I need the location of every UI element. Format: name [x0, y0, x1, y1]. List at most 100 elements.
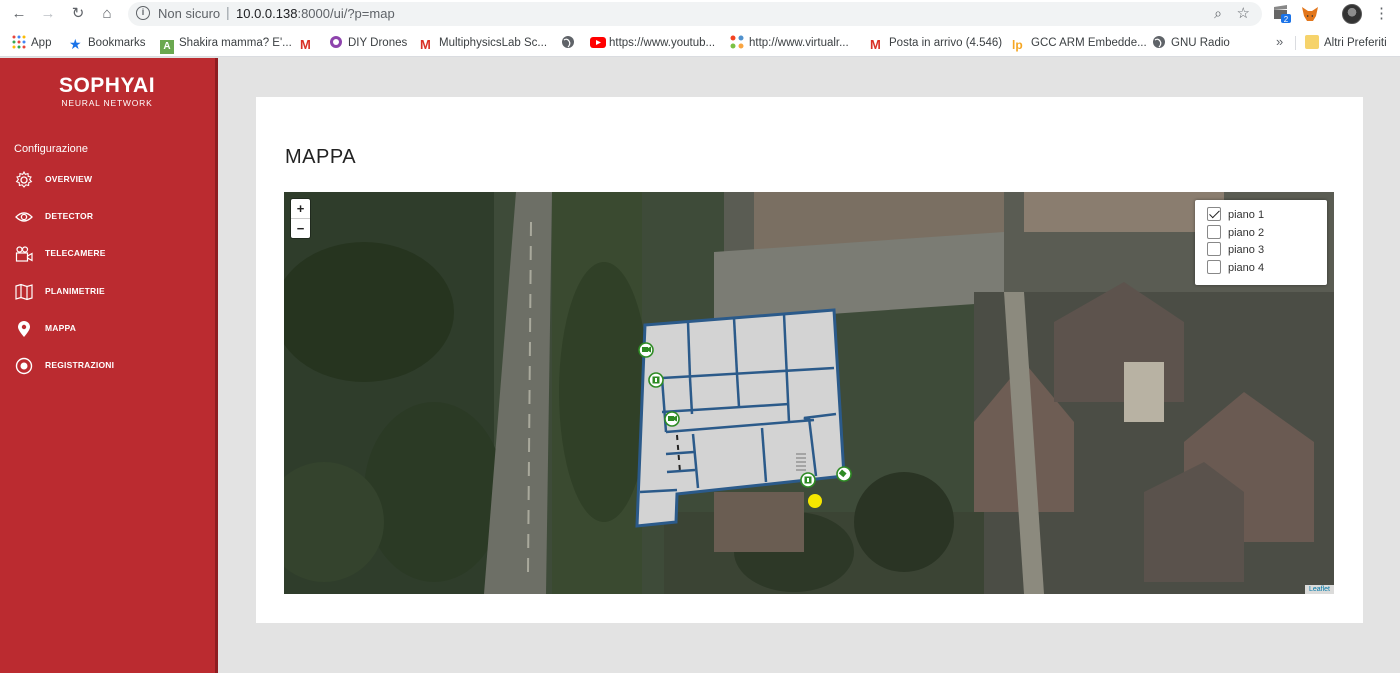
sidebar-item-planimetrie[interactable]: PLANIMETRIE [0, 277, 214, 307]
bookmark-gmail[interactable]: M [300, 35, 319, 52]
bookmark-label: GCC ARM Embedde... [1031, 37, 1147, 49]
star-icon[interactable]: ☆ [1237, 4, 1250, 22]
sidebar-item-detector[interactable]: DETECTOR [0, 202, 214, 232]
layer-control: piano 1 piano 2 piano 3 piano 4 [1195, 200, 1327, 285]
layer-label: piano 1 [1228, 209, 1265, 221]
back-arrow-icon[interactable]: ← [8, 3, 30, 25]
gmail-icon: M [870, 37, 881, 52]
gmail-icon: M [420, 37, 431, 52]
sidebar-item-label: PLANIMETRIE [45, 286, 105, 296]
url-text[interactable]: 10.0.0.138:8000/ui/?p=map [236, 6, 395, 21]
map-view[interactable]: + − piano 1 piano 2 piano 3 piano 4 Leaf… [284, 192, 1334, 594]
layer-checkbox[interactable] [1207, 224, 1221, 239]
sidebar-item-label: DETECTOR [45, 211, 94, 221]
joomla-icon [730, 35, 744, 49]
layer-piano-1[interactable]: piano 1 [1207, 207, 1327, 225]
position-marker[interactable] [808, 494, 822, 508]
bookmark-gnu-radio[interactable]: GNU Radio [1152, 35, 1230, 51]
sidebar-item-label: TELECAMERE [45, 248, 106, 258]
zoom-out-button[interactable]: − [291, 219, 310, 238]
metamask-fox-icon[interactable] [1300, 4, 1320, 24]
gear-icon [15, 170, 33, 189]
camera-marker-1[interactable] [638, 342, 654, 358]
map-attribution[interactable]: Leaflet [1304, 585, 1334, 594]
layer-piano-3[interactable]: piano 3 [1207, 242, 1327, 260]
info-icon[interactable]: i [136, 6, 150, 20]
sidebar: SOPHYAI NEURAL NETWORK Configurazione OV… [0, 58, 218, 673]
launchpad-icon: lp [1012, 38, 1023, 52]
menu-dots-icon[interactable]: ⋮ [1374, 4, 1389, 22]
bookmark-youtube[interactable]: https://www.youtub... [590, 35, 715, 51]
bookmark-bookmarks[interactable]: ★ Bookmarks [69, 35, 146, 51]
logo-title: SOPHYAI [58, 74, 156, 97]
sidebar-item-label: OVERVIEW [45, 174, 93, 184]
camera-marker-3[interactable] [836, 466, 852, 482]
video-camera-icon [15, 245, 33, 263]
bookmark-diy-drones[interactable]: DIY Drones [329, 35, 407, 51]
bookmark-apps[interactable]: App [12, 35, 51, 51]
satellite-imagery[interactable] [284, 192, 1334, 594]
bookmark-virtualr[interactable]: http://www.virtualr... [730, 35, 849, 51]
address-bar[interactable]: i Non sicuro | 10.0.0.138:8000/ui/?p=map… [128, 2, 1262, 26]
apps-grid-icon [12, 35, 26, 49]
bookmark-label: App [31, 37, 52, 49]
sidebar-item-label: REGISTRAZIONI [45, 360, 115, 370]
layer-checkbox[interactable] [1207, 242, 1221, 256]
extension-badge: 2 [1284, 15, 1289, 24]
layer-checkbox[interactable] [1207, 207, 1221, 221]
youtube-icon [590, 35, 606, 49]
bookmark-other-folder[interactable]: Altri Preferiti [1305, 35, 1387, 51]
sidebar-item-mappa[interactable]: MAPPA [0, 314, 214, 344]
camera-marker-2[interactable] [664, 411, 680, 427]
bookmarks-overflow-button[interactable]: » [1276, 34, 1283, 49]
forward-arrow-icon[interactable]: → [37, 3, 59, 25]
layer-label: piano 4 [1228, 261, 1265, 274]
zoom-in-button[interactable]: + [291, 199, 310, 219]
exit-marker-1[interactable] [648, 372, 664, 388]
bookmark-label: http://www.virtualr... [749, 37, 849, 49]
bookmark-globe[interactable] [561, 35, 580, 51]
layer-label: piano 3 [1228, 244, 1265, 256]
bookmark-shakira[interactable]: A Shakira mamma? E'... [160, 35, 292, 54]
layer-checkbox[interactable] [1207, 259, 1221, 274]
home-icon[interactable]: ⌂ [96, 3, 118, 25]
page-title: MAPPA [285, 146, 357, 168]
gmail-icon: M [300, 37, 311, 52]
globe-icon [561, 35, 575, 49]
zoom-control: + − [291, 199, 310, 238]
bookmarks-divider [1295, 36, 1296, 50]
extension-clapper-icon[interactable]: 2 [1272, 4, 1292, 24]
sidebar-item-overview[interactable]: OVERVIEW [0, 165, 214, 195]
bookmark-label: DIY Drones [348, 37, 408, 49]
address-separator: | [226, 4, 230, 20]
sidebar-item-telecamere[interactable]: TELECAMERE [0, 239, 214, 269]
sidebar-item-label: MAPPA [45, 323, 77, 333]
bookmark-label: MultiphysicsLab Sc... [439, 37, 548, 49]
layer-piano-4[interactable]: piano 4 [1207, 259, 1327, 278]
map-pin-icon [15, 320, 33, 338]
bookmark-label: Bookmarks [88, 37, 146, 49]
bookmark-label: Shakira mamma? E'... [179, 37, 292, 49]
bookmark-posta[interactable]: M Posta in arrivo (4.546) [870, 35, 1002, 52]
bookmarks-bar: App ★ Bookmarks A Shakira mamma? E'... M D… [0, 28, 1400, 57]
eye-icon [15, 208, 33, 226]
reload-icon[interactable]: ↻ [67, 3, 89, 25]
url-host: 10.0.0.138 [236, 6, 298, 21]
layer-piano-2[interactable]: piano 2 [1207, 224, 1327, 243]
site-a-icon: A [160, 40, 174, 54]
profile-avatar[interactable] [1342, 4, 1362, 24]
map-icon [15, 283, 33, 301]
zoom-icon[interactable]: ⌕ [1214, 5, 1222, 22]
exit-marker-2[interactable] [800, 472, 816, 488]
logo-subtitle: NEURAL NETWORK [61, 98, 153, 108]
browser-toolbar: ← → ↻ ⌂ i Non sicuro | 10.0.0.138:8000/u… [0, 0, 1400, 28]
layer-label: piano 2 [1228, 226, 1265, 239]
bookmark-gcc-arm[interactable]: lp GCC ARM Embedde... [1012, 35, 1147, 52]
insecure-label: Non sicuro [158, 6, 221, 21]
section-label: Configurazione [14, 143, 88, 155]
diy-drones-icon [329, 35, 343, 49]
url-path: :8000/ui/?p=map [297, 6, 395, 21]
record-icon [15, 357, 33, 375]
sidebar-item-registrazioni[interactable]: REGISTRAZIONI [0, 351, 214, 381]
bookmark-multiphysicslab[interactable]: M MultiphysicsLab Sc... [420, 35, 548, 52]
